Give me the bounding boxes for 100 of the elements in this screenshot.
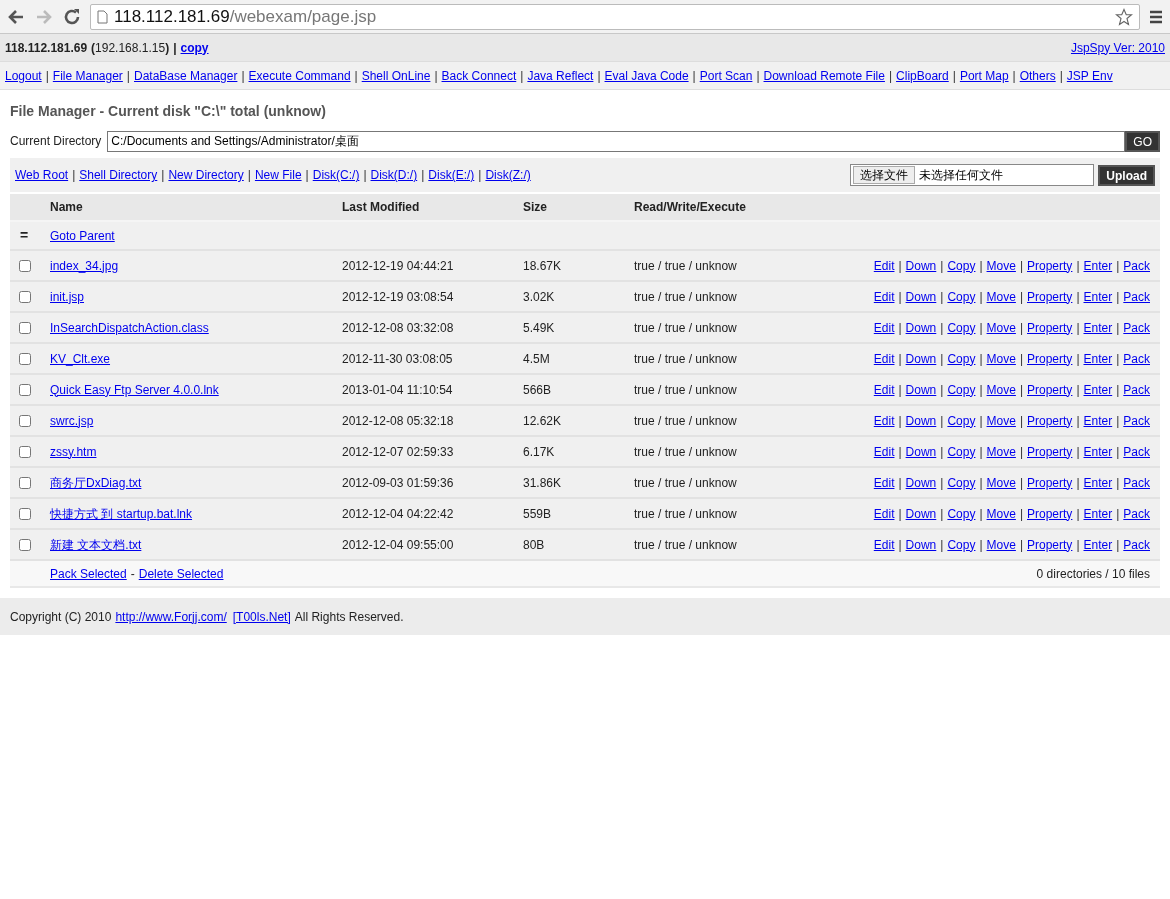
directory-link[interactable]: Shell Directory bbox=[79, 166, 158, 184]
file-input[interactable]: 选择文件 未选择任何文件 bbox=[850, 164, 1095, 186]
nav-link[interactable]: Back Connect bbox=[441, 66, 517, 85]
action-link[interactable]: Edit bbox=[873, 442, 895, 461]
action-link[interactable]: Move bbox=[986, 442, 1016, 461]
directory-link[interactable]: Disk(E:/) bbox=[428, 166, 475, 184]
nav-link[interactable]: Java Reflect bbox=[527, 66, 594, 85]
row-checkbox[interactable] bbox=[19, 476, 31, 489]
action-link[interactable]: Move bbox=[986, 256, 1016, 275]
row-checkbox[interactable] bbox=[19, 538, 31, 551]
action-link[interactable]: Edit bbox=[873, 380, 895, 399]
action-link[interactable]: Copy bbox=[947, 318, 976, 337]
file-link[interactable]: 快捷方式 到 startup.bat.lnk bbox=[50, 506, 193, 521]
action-link[interactable]: Down bbox=[905, 442, 937, 461]
action-link[interactable]: Property bbox=[1027, 473, 1073, 492]
action-link[interactable]: Down bbox=[905, 380, 937, 399]
action-link[interactable]: Edit bbox=[873, 504, 895, 523]
nav-link[interactable]: DataBase Manager bbox=[134, 66, 238, 85]
action-link[interactable]: Move bbox=[986, 380, 1016, 399]
action-link[interactable]: Move bbox=[986, 318, 1016, 337]
action-link[interactable]: Property bbox=[1027, 380, 1073, 399]
action-link[interactable]: Enter bbox=[1083, 318, 1113, 337]
file-link[interactable]: swrc.jsp bbox=[50, 413, 94, 428]
action-link[interactable]: Pack bbox=[1123, 473, 1150, 492]
action-link[interactable]: Enter bbox=[1083, 442, 1113, 461]
directory-link[interactable]: Disk(D:/) bbox=[370, 166, 418, 184]
menu-icon[interactable] bbox=[1148, 8, 1164, 25]
go-button[interactable]: GO bbox=[1125, 130, 1160, 152]
action-link[interactable]: Property bbox=[1027, 442, 1073, 461]
action-link[interactable]: Pack bbox=[1123, 349, 1150, 368]
action-link[interactable]: Property bbox=[1027, 504, 1073, 523]
nav-link[interactable]: Port Map bbox=[959, 66, 1009, 85]
directory-link[interactable]: Web Root bbox=[15, 166, 69, 184]
reload-icon[interactable] bbox=[62, 6, 82, 27]
action-link[interactable]: Enter bbox=[1083, 473, 1113, 492]
row-checkbox[interactable] bbox=[19, 321, 31, 334]
action-link[interactable]: Enter bbox=[1083, 504, 1113, 523]
directory-field[interactable]: C:/Documents and Settings/Administrator/桌面 bbox=[107, 130, 1126, 152]
action-link[interactable]: Down bbox=[905, 504, 937, 523]
directory-link[interactable]: New Directory bbox=[168, 166, 244, 184]
directory-link[interactable]: New File bbox=[254, 166, 302, 184]
row-checkbox[interactable] bbox=[19, 383, 31, 396]
action-link[interactable]: Enter bbox=[1083, 287, 1113, 306]
site-link[interactable]: http://www.Forjj.com/ bbox=[115, 607, 227, 626]
action-link[interactable]: Copy bbox=[947, 411, 976, 430]
directory-link[interactable]: Disk(Z:/) bbox=[485, 166, 531, 184]
action-link[interactable]: Pack bbox=[1123, 287, 1150, 306]
action-link[interactable]: Pack bbox=[1123, 380, 1150, 399]
action-link[interactable]: Edit bbox=[873, 318, 895, 337]
action-link[interactable]: Pack bbox=[1123, 535, 1150, 554]
copy-link[interactable]: copy bbox=[180, 38, 209, 57]
action-link[interactable]: Enter bbox=[1083, 535, 1113, 554]
pack-selected-link[interactable]: Pack Selected bbox=[50, 564, 127, 583]
action-link[interactable]: Property bbox=[1027, 287, 1073, 306]
action-link[interactable]: Edit bbox=[873, 473, 895, 492]
file-link[interactable]: Quick Easy Ftp Server 4.0.0.lnk bbox=[50, 382, 219, 397]
directory-link[interactable]: Disk(C:/) bbox=[312, 166, 360, 184]
site-link[interactable]: [T00ls.Net] bbox=[232, 607, 291, 626]
action-link[interactable]: Down bbox=[905, 473, 937, 492]
file-link[interactable]: init.jsp bbox=[50, 289, 84, 304]
action-link[interactable]: Property bbox=[1027, 349, 1073, 368]
file-link[interactable]: zssy.htm bbox=[50, 444, 97, 459]
action-link[interactable]: Enter bbox=[1083, 380, 1113, 399]
action-link[interactable]: Pack bbox=[1123, 411, 1150, 430]
action-link[interactable]: Enter bbox=[1083, 349, 1113, 368]
address-bar[interactable]: 118.112.181.69/webexam/page.jsp bbox=[90, 3, 1140, 30]
action-link[interactable]: Copy bbox=[947, 349, 976, 368]
action-link[interactable]: Move bbox=[986, 349, 1016, 368]
action-link[interactable]: Move bbox=[986, 411, 1016, 430]
row-checkbox[interactable] bbox=[19, 259, 31, 272]
action-link[interactable]: Copy bbox=[947, 535, 976, 554]
delete-selected-link[interactable]: Delete Selected bbox=[138, 564, 224, 583]
action-link[interactable]: Property bbox=[1027, 256, 1073, 275]
file-link[interactable]: 新建 文本文档.txt bbox=[50, 537, 142, 552]
nav-link[interactable]: JSP Env bbox=[1066, 66, 1113, 85]
nav-link[interactable]: Execute Command bbox=[248, 66, 351, 85]
nav-link[interactable]: Download Remote File bbox=[763, 66, 885, 85]
version-link[interactable]: JspSpy Ver: 2010 bbox=[1070, 38, 1165, 57]
file-link[interactable]: 商务厅DxDiag.txt bbox=[50, 475, 142, 490]
action-link[interactable]: Copy bbox=[947, 287, 976, 306]
star-icon[interactable] bbox=[1115, 7, 1133, 26]
action-link[interactable]: Copy bbox=[947, 504, 976, 523]
action-link[interactable]: Copy bbox=[947, 380, 976, 399]
action-link[interactable]: Edit bbox=[873, 256, 895, 275]
action-link[interactable]: Copy bbox=[947, 442, 976, 461]
action-link[interactable]: Down bbox=[905, 287, 937, 306]
action-link[interactable]: Move bbox=[986, 473, 1016, 492]
row-checkbox[interactable] bbox=[19, 414, 31, 427]
action-link[interactable]: Move bbox=[986, 535, 1016, 554]
action-link[interactable]: Down bbox=[905, 256, 937, 275]
action-link[interactable]: Enter bbox=[1083, 256, 1113, 275]
action-link[interactable]: Enter bbox=[1083, 411, 1113, 430]
nav-link[interactable]: Others bbox=[1019, 66, 1056, 85]
nav-link[interactable]: Shell OnLine bbox=[361, 66, 431, 85]
row-checkbox[interactable] bbox=[19, 290, 31, 303]
action-link[interactable]: Down bbox=[905, 535, 937, 554]
nav-link[interactable]: File Manager bbox=[52, 66, 123, 85]
file-link[interactable]: KV_Clt.exe bbox=[50, 351, 111, 366]
action-link[interactable]: Pack bbox=[1123, 318, 1150, 337]
action-link[interactable]: Pack bbox=[1123, 256, 1150, 275]
